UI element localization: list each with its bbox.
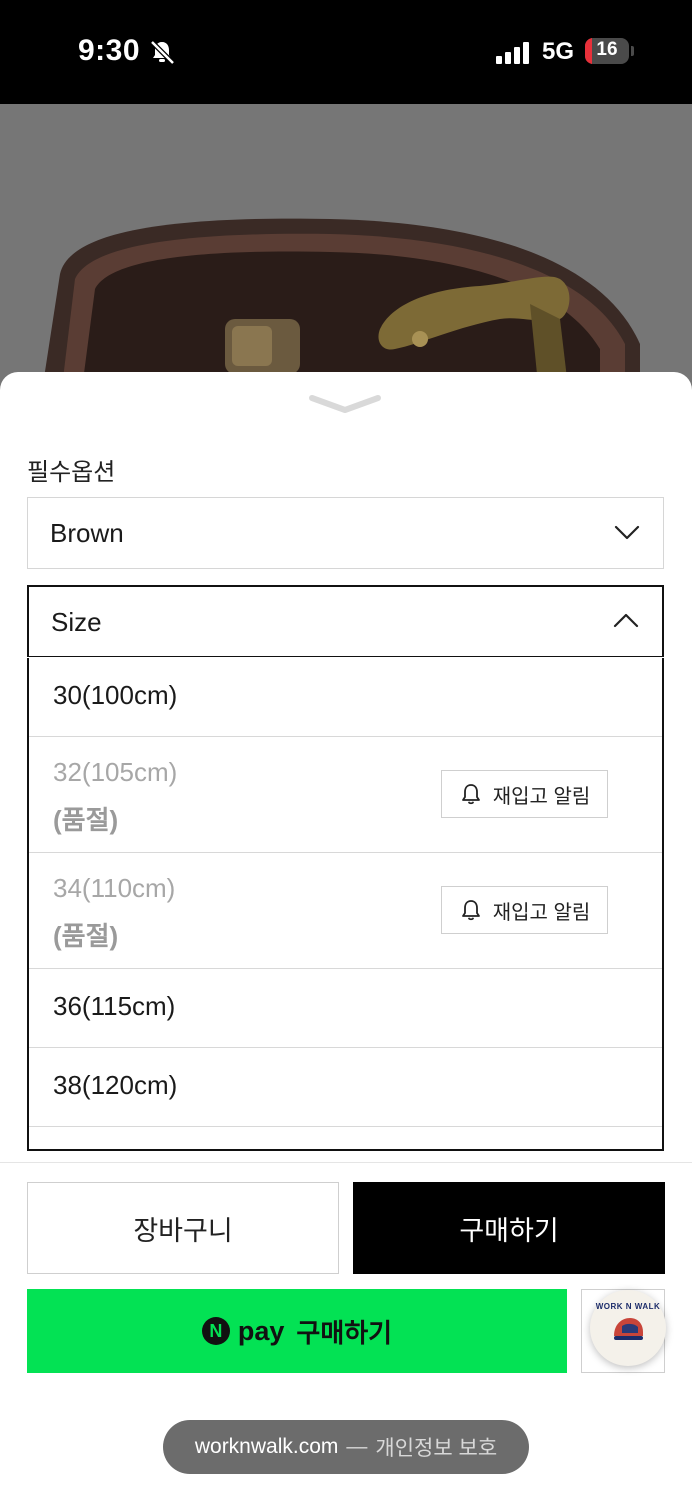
brand-chat-fab[interactable]: WORK N WALK [590, 1290, 666, 1366]
size-option-38[interactable]: 38(120cm) [29, 1048, 662, 1127]
chevron-down-icon [613, 522, 641, 542]
privacy-label: 개인정보 보호 [375, 1437, 498, 1460]
sheet-handle-chevron-icon[interactable] [308, 394, 382, 414]
status-bar: 9:30 5G 16 [0, 0, 692, 104]
size-option-34[interactable]: 34(110cm) (품절) 재입고 알림 [29, 853, 662, 969]
size-option-label: 32(105cm) [53, 757, 178, 787]
chevron-up-icon [612, 611, 640, 631]
divider [0, 1162, 692, 1163]
size-option-30[interactable]: 30(100cm) [29, 658, 662, 737]
restock-alert-button[interactable]: 재입고 알림 [441, 770, 608, 818]
url-domain: worknwalk.com [194, 1435, 339, 1458]
network-type: 5G [542, 38, 575, 65]
npay-buy-label: 구매하기 [296, 1317, 393, 1348]
bell-muted-icon [148, 38, 176, 66]
size-option-label: 38(120cm) [53, 1070, 178, 1100]
required-option-label: 필수옵션 [27, 459, 116, 486]
option-sheet: 필수옵션 Brown Size 30(100cm) 32(105cm) (품절) [0, 372, 692, 1500]
size-option-label: 36(115cm) [53, 991, 176, 1021]
npay-buy-button[interactable]: N pay 구매하기 [27, 1289, 567, 1373]
restock-alert-label: 재입고 알림 [492, 785, 591, 808]
size-option-36[interactable]: 36(115cm) [29, 969, 662, 1048]
soldout-badge: (품절) [53, 921, 119, 951]
product-image [0, 104, 692, 404]
size-options-list: 30(100cm) 32(105cm) (품절) 재입고 알림 34(110cm… [27, 658, 664, 1151]
url-separator: — [346, 1435, 368, 1458]
helmet-logo-icon [614, 1318, 643, 1340]
add-to-cart-label: 장바구니 [133, 1215, 233, 1246]
bell-icon [461, 784, 480, 805]
npay-logo-icon: N [201, 1317, 230, 1345]
size-option-label: 34(110cm) [53, 873, 176, 903]
bell-icon [461, 900, 480, 921]
color-select[interactable]: Brown [27, 497, 664, 569]
url-bar[interactable]: worknwalk.com — 개인정보 보호 [163, 1420, 529, 1474]
battery-level: 16 [596, 39, 618, 60]
npay-pay-label: pay [237, 1315, 285, 1346]
buy-now-button[interactable]: 구매하기 [353, 1182, 665, 1274]
battery-icon: 16 [585, 38, 629, 64]
size-option-32[interactable]: 32(105cm) (품절) 재입고 알림 [29, 737, 662, 853]
color-select-value: Brown [50, 518, 124, 548]
soldout-badge: (품절) [53, 805, 119, 835]
battery-tip [631, 46, 634, 56]
restock-alert-label: 재입고 알림 [492, 901, 591, 924]
size-option-label: 30(100cm) [53, 680, 178, 710]
size-select[interactable]: Size [27, 585, 664, 657]
signal-icon [496, 42, 532, 64]
buy-now-label: 구매하기 [459, 1215, 559, 1246]
restock-alert-button[interactable]: 재입고 알림 [441, 886, 608, 934]
fab-brand-text: WORK N WALK [595, 1302, 661, 1311]
add-to-cart-button[interactable]: 장바구니 [27, 1182, 339, 1274]
size-select-value: Size [51, 607, 102, 637]
status-time: 9:30 [78, 34, 141, 67]
